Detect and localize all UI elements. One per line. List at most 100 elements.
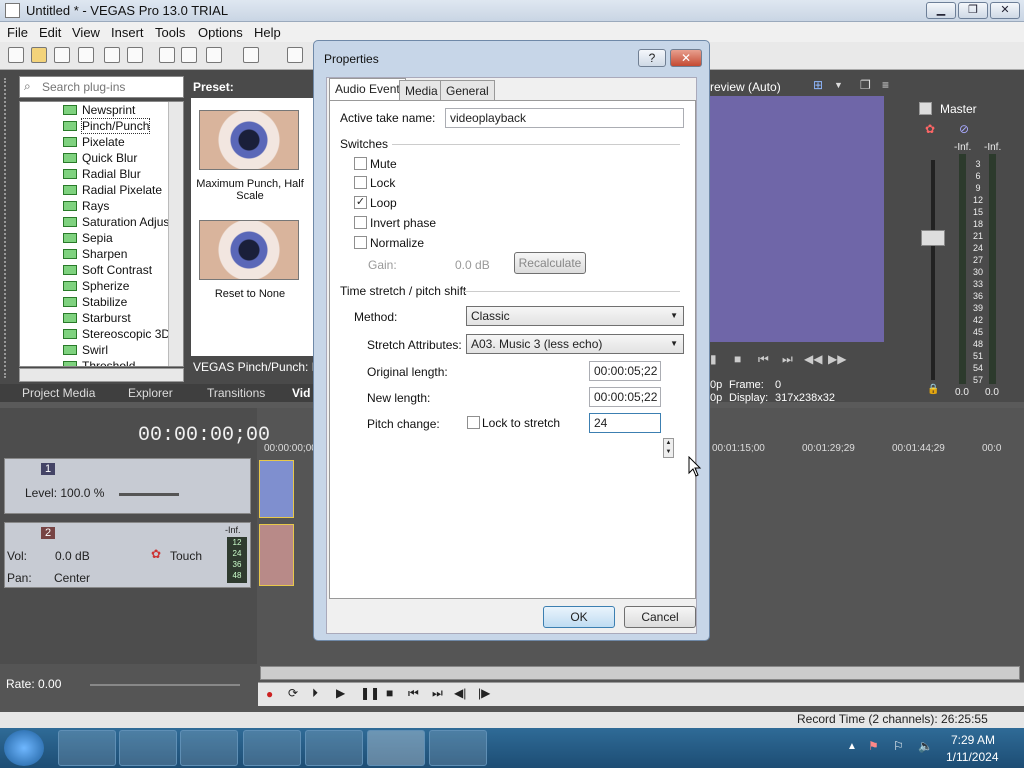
automation-mode[interactable]: Touch bbox=[170, 549, 202, 563]
ok-button[interactable]: OK bbox=[543, 606, 615, 628]
stop-icon[interactable]: ■ bbox=[386, 686, 393, 700]
loop-checkbox[interactable]: ✓ bbox=[354, 196, 367, 209]
pitch-spinner[interactable]: ▲ ▼ bbox=[663, 438, 674, 458]
fx-icon[interactable]: ✿ bbox=[925, 122, 935, 136]
tab-project-media[interactable]: Project Media bbox=[22, 386, 95, 400]
lock-label[interactable]: Lock bbox=[370, 176, 395, 190]
prev-frame-icon[interactable]: ◀| bbox=[454, 686, 466, 700]
open-icon[interactable] bbox=[31, 47, 47, 63]
preview-quality-label[interactable]: review (Auto) bbox=[710, 80, 781, 94]
list-item[interactable]: Radial Pixelate bbox=[20, 182, 183, 198]
mute-icon[interactable]: ⊘ bbox=[959, 122, 969, 136]
dropdown-icon[interactable]: ▼ bbox=[834, 80, 843, 90]
ie-icon[interactable] bbox=[58, 730, 116, 766]
volume-icon[interactable]: 🔈 bbox=[918, 739, 933, 753]
pause-icon[interactable]: ▮ bbox=[710, 352, 717, 366]
recalculate-button[interactable]: Recalculate bbox=[514, 252, 586, 274]
save-icon[interactable] bbox=[54, 47, 70, 63]
rate-slider[interactable] bbox=[90, 684, 240, 686]
pitch-change-input[interactable]: 24 bbox=[589, 413, 661, 433]
plugin-hscroll[interactable] bbox=[19, 368, 184, 382]
track-video-1[interactable]: 1 Level: 100.0 % bbox=[4, 458, 251, 514]
play-from-start-icon[interactable]: ⏵ bbox=[312, 686, 318, 701]
go-start-icon[interactable]: ⏮ bbox=[408, 686, 419, 701]
chrome-icon[interactable] bbox=[243, 730, 301, 766]
list-item[interactable]: Newsprint bbox=[20, 102, 183, 118]
lock-to-stretch-checkbox[interactable] bbox=[467, 416, 480, 429]
new-length-input[interactable]: 00:00:05;22 bbox=[589, 387, 661, 407]
tab-transitions[interactable]: Transitions bbox=[207, 386, 265, 400]
network-icon[interactable]: ⚑ bbox=[868, 739, 879, 753]
redo-icon[interactable] bbox=[287, 47, 303, 63]
list-item[interactable]: Stabilize bbox=[20, 294, 183, 310]
rewind-icon[interactable]: ◀◀ bbox=[804, 352, 822, 366]
plugin-list[interactable]: Newsprint Pinch/Punch Pixelate Quick Blu… bbox=[19, 101, 184, 367]
tab-media[interactable]: Media bbox=[399, 80, 444, 100]
level-slider[interactable] bbox=[119, 493, 179, 496]
list-item[interactable]: Pinch/Punch bbox=[20, 118, 183, 134]
list-item[interactable]: Soft Contrast bbox=[20, 262, 183, 278]
list-item[interactable]: Quick Blur bbox=[20, 150, 183, 166]
clock-time[interactable]: 7:29 AM bbox=[951, 733, 995, 747]
menu-options[interactable]: Options bbox=[198, 25, 243, 40]
start-button[interactable] bbox=[4, 730, 44, 766]
save-as-icon[interactable] bbox=[78, 47, 94, 63]
invert-phase-label[interactable]: Invert phase bbox=[370, 216, 436, 230]
vegas-icon[interactable] bbox=[367, 730, 425, 766]
dialog-close-button[interactable]: ✕ bbox=[670, 49, 702, 67]
mute-checkbox[interactable] bbox=[354, 157, 367, 170]
list-item[interactable]: Rays bbox=[20, 198, 183, 214]
timeline-hscroll[interactable] bbox=[260, 666, 1020, 680]
fx-icon[interactable]: ✿ bbox=[151, 547, 161, 561]
normalize-label[interactable]: Normalize bbox=[370, 236, 424, 250]
record-icon[interactable]: ● bbox=[266, 687, 273, 701]
list-item[interactable]: Sharpen bbox=[20, 246, 183, 262]
list-item[interactable]: Swirl bbox=[20, 342, 183, 358]
paste-icon[interactable] bbox=[206, 47, 222, 63]
prev-frame-icon[interactable]: ⏮ bbox=[758, 352, 769, 367]
lock-icon[interactable]: 🔒 bbox=[927, 384, 939, 395]
audio-event[interactable] bbox=[259, 524, 294, 586]
list-item[interactable]: Radial Blur bbox=[20, 166, 183, 182]
stop-icon[interactable]: ■ bbox=[734, 352, 741, 366]
menu-file[interactable]: File bbox=[7, 25, 28, 40]
mute-label[interactable]: Mute bbox=[370, 157, 397, 171]
stretch-attributes-select[interactable]: A03. Music 3 (less echo) ▼ bbox=[466, 334, 684, 354]
menu-view[interactable]: View bbox=[72, 25, 100, 40]
tab-video-fx[interactable]: Vid bbox=[292, 386, 310, 400]
action-center-icon[interactable]: ⚐ bbox=[893, 739, 904, 753]
plugin-search-input[interactable] bbox=[42, 79, 180, 95]
help-button[interactable]: ? bbox=[638, 49, 666, 67]
list-item[interactable]: Pixelate bbox=[20, 134, 183, 150]
menu-help[interactable]: Help bbox=[254, 25, 281, 40]
undo-icon[interactable] bbox=[243, 47, 259, 63]
tab-audio-event[interactable]: Audio Event bbox=[329, 78, 406, 100]
video-event[interactable] bbox=[259, 460, 294, 518]
play-icon[interactable]: ▶ bbox=[336, 686, 345, 700]
copy-icon[interactable] bbox=[181, 47, 197, 63]
tab-explorer[interactable]: Explorer bbox=[128, 386, 173, 400]
next-frame-icon[interactable]: ⏭ bbox=[782, 352, 793, 367]
plugin-list-scrollbar[interactable] bbox=[168, 102, 183, 366]
cut-icon[interactable] bbox=[159, 47, 175, 63]
restore-button[interactable]: ❐ bbox=[958, 2, 988, 19]
plugin-search[interactable]: ⌕ bbox=[19, 76, 184, 98]
keyboard-icon[interactable] bbox=[305, 730, 363, 766]
copy-snapshot-icon[interactable]: ❐ bbox=[860, 78, 871, 92]
method-select[interactable]: Classic ▼ bbox=[466, 306, 684, 326]
clock-date[interactable]: 1/11/2024 bbox=[946, 750, 999, 764]
master-fader[interactable] bbox=[921, 230, 945, 246]
preset-thumbnail[interactable] bbox=[199, 110, 299, 170]
menu-icon[interactable]: ≡ bbox=[882, 78, 889, 92]
list-item[interactable]: Saturation Adjust bbox=[20, 214, 183, 230]
invert-phase-checkbox[interactable] bbox=[354, 216, 367, 229]
active-take-input[interactable]: videoplayback bbox=[445, 108, 684, 128]
normalize-checkbox[interactable] bbox=[354, 236, 367, 249]
list-item[interactable]: Spherize bbox=[20, 278, 183, 294]
explorer-icon[interactable] bbox=[119, 730, 177, 766]
forward-icon[interactable]: ▶▶ bbox=[828, 352, 846, 366]
preset-thumbnail[interactable] bbox=[199, 220, 299, 280]
menu-edit[interactable]: Edit bbox=[39, 25, 61, 40]
list-item[interactable]: Stereoscopic 3D A bbox=[20, 326, 183, 342]
media-player-icon[interactable] bbox=[180, 730, 238, 766]
